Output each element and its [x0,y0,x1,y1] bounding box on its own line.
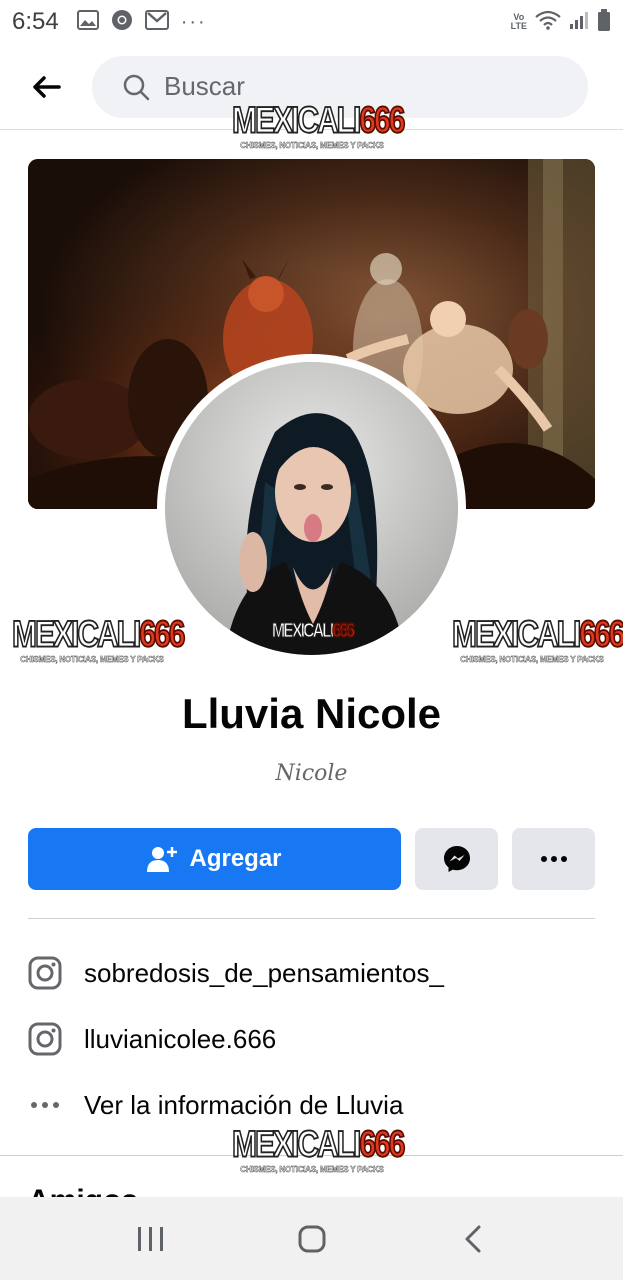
home-button[interactable] [282,1209,342,1269]
instagram-icon [28,956,62,990]
watermark-avatar: MEXICALI666 [271,620,356,642]
add-friend-button[interactable]: Agregar [28,828,401,890]
gallery-icon [76,9,99,35]
profile-screen: 6:54 ··· Vo LTE Buscar MEXICALI666 CHISM… [0,0,623,1280]
gmail-icon [144,9,169,35]
back-button[interactable] [0,44,92,130]
info-item-text: lluvianicolee.666 [84,1023,277,1054]
more-notifications-icon: ··· [180,10,207,33]
back-nav-icon [465,1225,480,1252]
info-item-text: Ver la información de Lluvia [84,1089,404,1120]
watermark-right: MEXICALI666 CHISMES, NOTICIAS, MEMES Y P… [451,613,623,664]
status-bar: 6:54 ··· Vo LTE [0,0,623,44]
search-placeholder: Buscar [164,71,245,101]
add-friend-icon [147,847,178,872]
watermark-left: MEXICALI666 CHISMES, NOTICIAS, MEMES Y P… [11,613,186,664]
profile-name: Lluvia Nicole [181,690,442,737]
recents-icon [137,1226,163,1251]
instagram-icon [28,1022,62,1056]
chrome-icon [111,9,133,36]
message-button[interactable] [415,828,498,890]
more-dots-icon [28,1088,62,1122]
system-icons: Vo LTE [510,8,611,36]
back-nav-button[interactable] [443,1209,503,1269]
recents-button[interactable] [121,1209,181,1269]
battery-icon [597,8,611,36]
search-icon [123,74,150,100]
profile-alternate-name: Nicole [275,761,348,786]
status-time: 6:54 [12,8,59,35]
watermark-top: MEXICALI666 CHISMES, NOTICIAS, MEMES Y P… [231,99,406,150]
back-arrow-icon [33,75,61,98]
system-navigation-bar [0,1197,623,1280]
divider [28,918,595,919]
wifi-icon [535,10,561,35]
more-options-button[interactable] [512,828,595,890]
signal-icon [569,10,589,35]
notification-icons: ··· [76,9,207,36]
profile-photo: MEXICALI666 [165,362,458,655]
info-item-instagram-1[interactable]: sobredosis_de_pensamientos_ [28,940,595,1006]
add-friend-label: Agregar [189,845,282,872]
home-icon [298,1225,325,1252]
messenger-icon [443,846,470,872]
watermark-bottom: MEXICALI666 CHISMES, NOTICIAS, MEMES Y P… [231,1123,406,1174]
more-icon [540,856,567,862]
volte-indicator: Vo LTE [510,12,527,31]
profile-actions: Agregar [28,828,595,890]
profile-info-list: sobredosis_de_pensamientos_ lluvianicole… [28,940,595,1138]
info-item-instagram-2[interactable]: lluvianicolee.666 [28,1006,595,1072]
profile-avatar[interactable]: MEXICALI666 [157,354,466,663]
info-item-text: sobredosis_de_pensamientos_ [84,957,444,988]
